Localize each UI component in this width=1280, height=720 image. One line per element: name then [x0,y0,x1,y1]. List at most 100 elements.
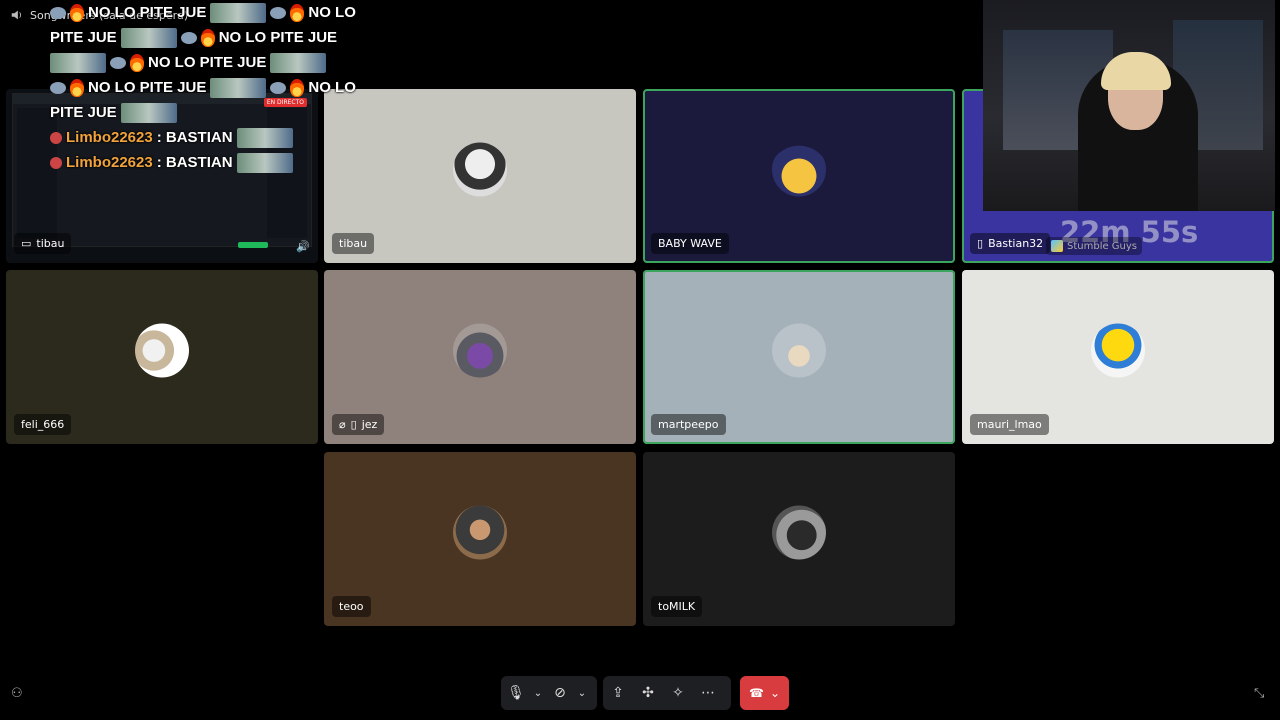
participant-name-tag: ⌀ ▯ jez [332,414,385,435]
emote-image [236,152,293,173]
chat-text: NO LO [308,4,356,21]
disconnect-button[interactable]: ☎ ⌄ [740,676,789,710]
more-button[interactable]: ⋯ [693,676,723,710]
stream-chat-overlay: NO LO PITE JUE NO LO PITE JUE NO LO PITE… [50,0,380,175]
fire-emote [70,3,84,22]
participant-name-tag: feli_666 [14,414,72,435]
camera-options-button[interactable]: ⌄ [575,676,589,710]
chat-line: NO LO PITE JUE NO LO [50,0,380,25]
mic-options-button[interactable]: ⌄ [531,676,545,710]
participant-name-tag: ▯ Bastian32 [970,233,1051,254]
volume-icon[interactable]: 🔊 [296,240,310,253]
participant-name-tag: mauri_lmao [970,414,1049,435]
chat-message: Limbo22623: BASTIAN [50,150,380,175]
participant-name-tag: teoo [332,596,371,617]
emote-image [236,127,293,148]
mobile-icon: ▯ [977,237,984,250]
chat-text: NO LO PITE JUE [148,54,267,71]
speech-bubble-emote [270,81,287,94]
participant-name-tag: BABY WAVE [651,233,729,254]
speech-bubble-emote [110,56,126,69]
activity-controls: ⇪ ✣ ✧ ⋯ [603,676,731,710]
webcam-overlay [983,0,1275,211]
participant-tile[interactable]: BABY WAVE [643,89,955,263]
chat-username: Limbo22623 [66,129,153,146]
chevron-down-icon[interactable]: ⌄ [770,686,780,700]
participant-name-tag: martpeepo [651,414,726,435]
participant-name-tag: ▭ tibau [14,233,72,254]
chat-text: NO LO [308,79,356,96]
chat-message-text: : BASTIAN [156,154,233,171]
avatar [772,323,826,378]
emote-image [210,2,267,23]
participant-name-tag: tibau [332,233,375,254]
participant-tile[interactable]: ⌀ ▯ jez [324,270,636,444]
chat-text: PITE JUE [50,104,117,121]
fire-emote [70,78,84,97]
activities-button[interactable]: ✣ [633,676,663,710]
avatar [135,323,189,378]
chevron-down-icon: ⌄ [533,687,543,699]
chat-message-text: : BASTIAN [156,129,233,146]
hang-up-icon: ☎ [748,686,764,700]
camera-off-icon: ⊘ [554,685,566,701]
avatar [772,142,826,197]
microphone-button[interactable]: 🎙 [501,676,531,710]
participant-tile[interactable]: feli_666 [6,270,318,444]
speech-bubble-emote [270,6,287,19]
chat-text: NO LO PITE JUE [218,29,338,46]
more-icon: ⋯ [701,685,715,701]
game-activity-badge: Stumble Guys [1046,237,1143,255]
media-controls: 🎙 ⌄ ⊘ ⌄ [501,676,597,710]
fire-emote [290,78,305,97]
participant-tile[interactable]: mauri_lmao [962,270,1274,444]
avatar [453,505,507,560]
chat-line: PITE JUE [50,100,380,125]
camera-off-icon: ⌀ [339,418,346,431]
follow-button-preview [238,242,268,248]
participant-name-tag: toMILK [651,596,703,617]
chat-line: NO LO PITE JUE NO LO [50,75,380,100]
chat-text: NO LO PITE JUE [88,4,207,21]
chat-line: PITE JUE NO LO PITE JUE [50,25,380,50]
fullscreen-exit-icon[interactable]: ⤡ [1254,686,1270,702]
chat-text: NO LO PITE JUE [88,79,207,96]
speech-bubble-emote [50,6,66,19]
activities-icon: ✣ [642,685,654,701]
speaker-icon [11,10,22,20]
fire-emote [130,53,144,72]
fire-emote [200,28,215,47]
chat-text: PITE JUE [50,29,117,46]
screen-share-icon: ⇪ [612,685,624,701]
microphone-icon: 🎙 [507,685,525,701]
emote-image [50,52,106,73]
avatar [453,323,507,378]
screen-icon: ▭ [21,237,32,250]
participant-tile[interactable]: martpeepo [643,270,955,444]
avatar [772,505,826,560]
camera-button[interactable]: ⊘ [545,676,575,710]
mobile-icon: ▯ [350,418,357,431]
chat-username: Limbo22623 [66,154,153,171]
emote-image [210,77,267,98]
screen-share-button[interactable]: ⇪ [603,676,633,710]
user-badge-icon [50,131,62,144]
user-badge-icon [50,156,62,169]
chevron-down-icon: ⌄ [577,687,587,699]
speech-bubble-emote [180,31,197,44]
speech-bubble-emote [50,81,66,94]
soundboard-icon: ✧ [672,685,684,701]
participant-tile[interactable]: teoo [324,452,636,626]
soundboard-button[interactable]: ✧ [663,676,693,710]
chat-line: NO LO PITE JUE [50,50,380,75]
avatar [453,142,507,197]
emote-image [270,52,327,73]
fire-emote [290,3,305,22]
emote-image [120,27,177,48]
avatar [1091,323,1145,378]
emote-image [120,102,177,123]
game-icon [1051,240,1063,252]
call-controls: 🎙 ⌄ ⊘ ⌄ ⇪ ✣ ✧ ⋯ ☎ ⌄ [0,676,1280,710]
chat-message: Limbo22623: BASTIAN [50,125,380,150]
participant-tile[interactable]: toMILK [643,452,955,626]
